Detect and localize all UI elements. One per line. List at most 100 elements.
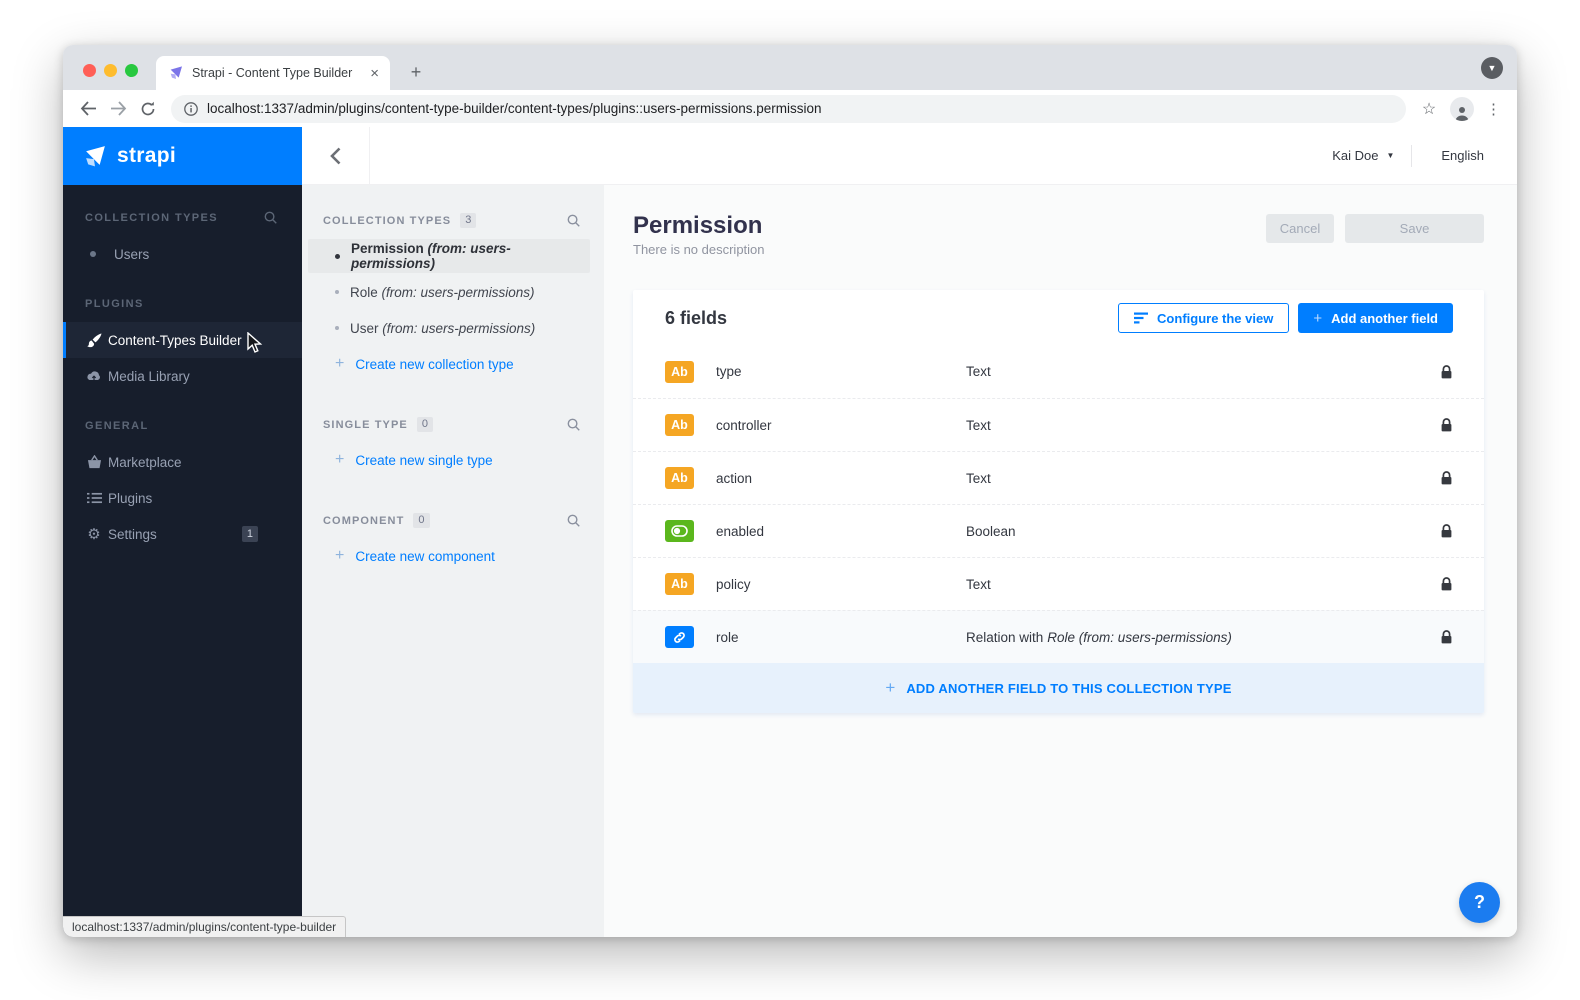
search-icon[interactable]	[567, 418, 580, 431]
cancel-button[interactable]: Cancel	[1266, 214, 1334, 243]
bullet-icon	[335, 254, 340, 259]
create-component-link[interactable]: + Create new component	[308, 539, 604, 573]
workspace: COLLECTION TYPES 3 Permission (from: use…	[302, 185, 1517, 937]
close-tab-icon[interactable]: ×	[367, 66, 382, 81]
text-field-badge: Ab	[665, 414, 694, 436]
fields-panel: 6 fields Configure the view + Add anothe…	[633, 290, 1484, 713]
sidebar-section-general: GENERAL	[63, 420, 302, 432]
content-type-item-permission[interactable]: Permission (from: users-permissions)	[308, 239, 590, 273]
sidebar-item-plugins[interactable]: Plugins	[63, 480, 302, 516]
create-single-type-link[interactable]: + Create new single type	[308, 443, 604, 477]
field-row-type[interactable]: Ab type Text	[633, 345, 1484, 398]
help-button[interactable]: ?	[1459, 882, 1500, 923]
count-badge: 0	[417, 417, 433, 432]
plus-icon: +	[335, 451, 344, 469]
plus-icon: +	[335, 355, 344, 373]
sidebar-item-marketplace[interactable]: Marketplace	[63, 444, 302, 480]
lock-icon	[1441, 630, 1452, 644]
sidebar-item-content-types-builder[interactable]: Content-Types Builder	[63, 322, 302, 358]
url-text[interactable]: localhost:1337/admin/plugins/content-typ…	[207, 101, 822, 116]
plugins-list-icon	[85, 492, 103, 504]
lock-icon	[1441, 418, 1452, 432]
browser-window: Strapi - Content Type Builder × + ▼ loca…	[63, 45, 1517, 937]
divider	[1411, 145, 1412, 167]
minimize-window-button[interactable]	[104, 64, 117, 77]
add-field-footer-button[interactable]: + ADD ANOTHER FIELD TO THIS COLLECTION T…	[633, 663, 1484, 713]
main-area: Kai Doe ▼ English COLLECTION TYPES	[302, 127, 1517, 937]
strapi-logo-icon	[83, 144, 108, 169]
relation-field-badge	[665, 626, 694, 648]
strapi-logo[interactable]: strapi	[63, 127, 302, 185]
group-header: COMPONENT 0	[302, 513, 604, 528]
plus-icon: +	[335, 547, 344, 565]
link-icon	[673, 631, 686, 644]
main-sidebar: strapi COLLECTION TYPES Users PLUGINS	[63, 127, 302, 937]
back-chevron-button[interactable]	[302, 127, 370, 184]
search-icon[interactable]	[264, 211, 277, 224]
strapi-logo-text: strapi	[117, 144, 176, 168]
save-button[interactable]: Save	[1345, 214, 1484, 243]
field-row-action[interactable]: Ab action Text	[633, 451, 1484, 504]
bookmark-star-icon[interactable]: ☆	[1414, 94, 1444, 124]
search-icon[interactable]	[567, 214, 580, 227]
tab-search-chevron-icon[interactable]: ▼	[1481, 57, 1503, 79]
count-badge: 3	[460, 213, 476, 228]
search-icon[interactable]	[567, 514, 580, 527]
group-header: COLLECTION TYPES 3	[302, 213, 604, 228]
settings-badge: 1	[242, 526, 258, 542]
chevron-down-icon: ▼	[1386, 151, 1394, 160]
create-collection-type-link[interactable]: + Create new collection type	[308, 347, 604, 381]
sidebar-item-users[interactable]: Users	[63, 236, 302, 272]
page-title: Permission	[633, 213, 765, 239]
bullet-icon	[90, 251, 96, 257]
fields-list: Ab type Text Ab controller	[633, 345, 1484, 663]
strapi-admin: strapi COLLECTION TYPES Users PLUGINS	[63, 127, 1517, 937]
browser-tab[interactable]: Strapi - Content Type Builder ×	[156, 56, 390, 90]
bullet-icon	[335, 326, 339, 330]
media-library-cloud-icon	[85, 370, 103, 382]
field-row-enabled[interactable]: enabled Boolean	[633, 504, 1484, 557]
chevron-left-icon	[330, 147, 341, 165]
sidebar-item-media-library[interactable]: Media Library	[63, 358, 302, 394]
paintbrush-icon	[85, 333, 103, 348]
address-bar[interactable]: localhost:1337/admin/plugins/content-typ…	[171, 95, 1406, 123]
page-subtitle: There is no description	[633, 242, 765, 257]
page-info-icon[interactable]	[184, 102, 198, 116]
lock-icon	[1441, 365, 1452, 379]
status-bar-url: localhost:1337/admin/plugins/content-typ…	[63, 916, 346, 937]
sidebar-section-plugins: PLUGINS	[63, 298, 302, 310]
content-type-item-user[interactable]: User (from: users-permissions)	[308, 311, 590, 345]
close-window-button[interactable]	[83, 64, 96, 77]
configure-view-button[interactable]: Configure the view	[1118, 303, 1289, 333]
field-row-role[interactable]: role Relation withRole (from: users-perm…	[633, 610, 1484, 663]
reload-button[interactable]	[133, 94, 163, 124]
browser-profile-avatar[interactable]	[1450, 97, 1474, 121]
lock-icon	[1441, 524, 1452, 538]
text-field-badge: Ab	[665, 573, 694, 595]
boolean-field-badge	[665, 520, 694, 542]
content-type-page: Permission There is no description Cance…	[604, 185, 1517, 937]
back-button[interactable]	[73, 94, 103, 124]
group-single-type: SINGLE TYPE 0 + Create new single type	[302, 417, 604, 477]
group-component: COMPONENT 0 + Create new component	[302, 513, 604, 573]
field-row-controller[interactable]: Ab controller Text	[633, 398, 1484, 451]
forward-button[interactable]	[103, 94, 133, 124]
new-tab-button[interactable]: +	[403, 59, 429, 85]
settings-gear-icon: ⚙	[85, 527, 103, 542]
maximize-window-button[interactable]	[125, 64, 138, 77]
fields-panel-header: 6 fields Configure the view + Add anothe…	[633, 290, 1484, 345]
lock-icon	[1441, 577, 1452, 591]
browser-menu-icon[interactable]: ⋮	[1480, 100, 1507, 118]
content-type-item-role[interactable]: Role (from: users-permissions)	[308, 275, 590, 309]
count-badge: 0	[413, 513, 429, 528]
sidebar-item-settings[interactable]: ⚙ Settings 1	[63, 516, 302, 552]
field-row-policy[interactable]: Ab policy Text	[633, 557, 1484, 610]
language-selector[interactable]: English	[1441, 148, 1484, 163]
plus-icon: +	[1313, 310, 1322, 327]
text-field-badge: Ab	[665, 467, 694, 489]
plus-icon: +	[885, 678, 895, 698]
sidebar-section-collection-types: COLLECTION TYPES	[63, 211, 302, 224]
user-menu[interactable]: Kai Doe ▼	[1332, 148, 1394, 163]
strapi-favicon-icon	[168, 65, 184, 81]
add-another-field-button[interactable]: + Add another field	[1298, 303, 1453, 333]
